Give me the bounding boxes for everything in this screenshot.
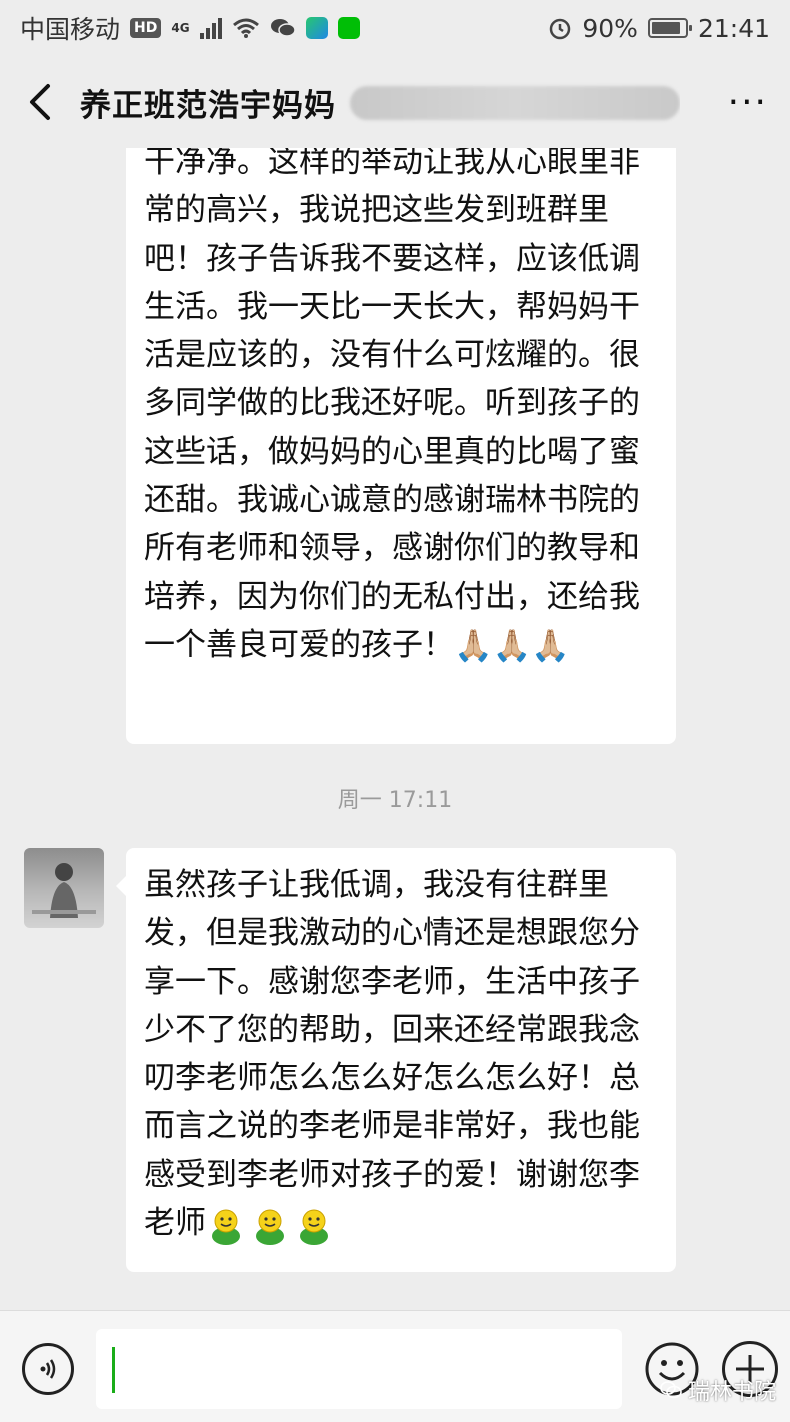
voice-button[interactable] <box>22 1343 74 1395</box>
status-right: 90% 21:41 <box>548 14 770 43</box>
message-text: 虽然孩子让我低调，我没有往群里发，但是我激动的心情还是想跟您分享一下。感谢您李老… <box>144 867 640 1242</box>
message-input[interactable] <box>96 1329 622 1409</box>
voice-icon <box>40 1359 56 1379</box>
wechat-logo-icon <box>660 1381 682 1399</box>
back-button[interactable] <box>0 56 80 148</box>
avatar-figure-icon <box>32 863 96 918</box>
clock: 21:41 <box>697 13 770 43</box>
battery-percent: 90% <box>582 13 638 43</box>
alarm-icon <box>550 18 571 40</box>
hd-badge: HD <box>130 18 162 38</box>
more-button[interactable]: ··· <box>728 82 768 123</box>
green-smiley-icon <box>256 1209 284 1245</box>
watermark: 瑞林书院 <box>660 1374 776 1406</box>
message-timestamp: 周一 17:11 <box>337 788 453 813</box>
green-smiley-emoji-group <box>206 1200 334 1248</box>
green-smiley-icon <box>300 1209 328 1245</box>
chat-title: 养正班范浩宇妈妈 <box>80 80 680 125</box>
video-app-icon <box>305 17 328 39</box>
wechat-icon <box>270 19 296 37</box>
text-cursor <box>112 1347 115 1393</box>
network-type: 4G <box>171 21 190 35</box>
message-bubble[interactable]: 虽然孩子让我低调，我没有往群里发，但是我激动的心情还是想跟您分享一下。感谢您李老… <box>116 848 676 1272</box>
status-bar: 中国移动 HD 4G 90% 21:41 <box>0 0 790 56</box>
battery-icon <box>647 18 692 38</box>
status-left: 中国移动 HD 4G <box>20 10 360 46</box>
avatar[interactable] <box>24 848 104 928</box>
chat-title-text: 养正班范浩宇妈妈 <box>80 87 336 124</box>
chat-header: 养正班范浩宇妈妈 ··· <box>0 56 790 148</box>
signal-icon <box>199 17 222 39</box>
message-bubble[interactable]: 干净净。这样的举动让我从心眼里非常的高兴，我说把这些发到班群里吧！孩子告诉我不要… <box>126 148 676 744</box>
more-dots-icon: ··· <box>727 82 768 123</box>
chevron-left-icon <box>30 84 50 120</box>
title-redaction <box>350 85 680 120</box>
message-list[interactable]: 干净净。这样的举动让我从心眼里非常的高兴，我说把这些发到班群里吧！孩子告诉我不要… <box>0 148 790 1310</box>
praying-hands-emoji: 🙏🏼🙏🏼🙏🏼 <box>454 628 570 665</box>
input-bar: 瑞林书院 <box>0 1310 790 1422</box>
iqiyi-app-icon <box>337 17 360 39</box>
watermark-text: 瑞林书院 <box>687 1380 776 1405</box>
wifi-icon <box>232 18 259 38</box>
green-smiley-icon <box>212 1209 240 1245</box>
carrier-label: 中国移动 <box>20 15 121 44</box>
message-text: 干净净。这样的举动让我从心眼里非常的高兴，我说把这些发到班群里吧！孩子告诉我不要… <box>144 148 640 663</box>
